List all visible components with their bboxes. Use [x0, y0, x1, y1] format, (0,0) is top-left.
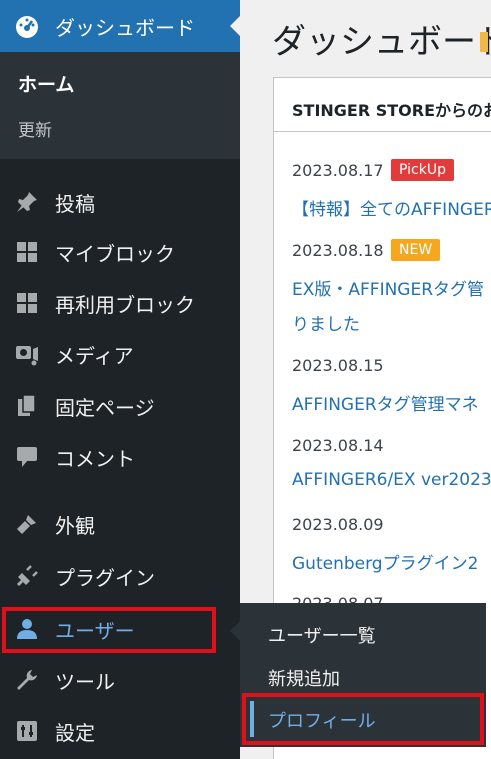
news-date: 2023.08.17 — [292, 161, 384, 180]
submenu-update[interactable]: 更新 — [18, 116, 52, 141]
page-title: ダッシュボード — [272, 22, 491, 62]
sidebar-item-plugins[interactable]: プラグイン — [0, 554, 240, 598]
widget-header[interactable]: STINGER STOREからのお知らせ — [274, 78, 491, 132]
sidebar-item-label: コメント — [55, 446, 135, 471]
settings-icon — [17, 721, 37, 741]
new-badge: NEW — [391, 239, 441, 261]
sidebar-item-tools[interactable]: ツール — [0, 658, 240, 702]
sidebar-item-label: 設定 — [55, 720, 95, 745]
flyout-caret — [230, 621, 240, 641]
submenu-home[interactable]: ホーム — [18, 70, 74, 97]
sidebar-item-label: 再利用ブロック — [55, 292, 195, 317]
media-icon — [16, 346, 38, 366]
plugin-icon — [16, 565, 38, 587]
sidebar-item-label: ダッシュボード — [55, 15, 195, 40]
pickup-badge: PickUp — [391, 159, 454, 181]
news-link[interactable]: AFFINGER6/EX ver2023 — [292, 470, 491, 490]
sidebar-item-dashboard[interactable]: ダッシュボード — [0, 0, 240, 52]
sidebar-item-reusable-blocks[interactable]: 再利用ブロック — [0, 281, 240, 325]
sidebar-item-label: マイブロック — [55, 241, 175, 266]
news-date: 2023.08.18 — [292, 241, 384, 260]
comment-icon — [17, 447, 37, 467]
sidebar-item-media[interactable]: メディア — [0, 332, 240, 376]
appearance-icon — [17, 515, 36, 534]
blocks-icon — [17, 242, 37, 262]
news-date: 2023.08.14 — [292, 436, 384, 455]
news-date: 2023.08.09 — [292, 515, 384, 534]
news-link[interactable]: Gutenbergプラグイン2 — [292, 549, 478, 574]
pages-icon — [18, 394, 36, 416]
selection-bar — [250, 701, 254, 737]
flyout-item-user-list[interactable]: ユーザー一覧 — [268, 622, 376, 648]
wrench-icon — [17, 670, 37, 690]
sidebar-item-posts[interactable]: 投稿 — [0, 180, 240, 224]
sidebar-item-label: プラグイン — [55, 565, 155, 590]
sidebar-item-label: 固定ページ — [55, 395, 155, 420]
news-link-continued[interactable]: りました — [292, 310, 360, 335]
news-date: 2023.08.15 — [292, 356, 384, 375]
active-arrow — [230, 16, 240, 36]
admin-sidebar: ダッシュボード ホーム 更新 投稿 マイブロック 再利用ブロック メディア 固定… — [0, 0, 240, 759]
dashboard-submenu — [0, 52, 240, 159]
dashboard-icon — [16, 16, 38, 38]
news-link[interactable]: AFFINGERタグ管理マネ — [292, 390, 479, 415]
flyout-item-profile[interactable]: プロフィール — [268, 707, 376, 733]
users-highlight-box — [2, 607, 216, 653]
pin-icon — [17, 192, 37, 212]
sidebar-item-pages[interactable]: 固定ページ — [0, 384, 240, 428]
news-link[interactable]: 【特報】全てのAFFINGER — [292, 195, 491, 220]
sidebar-item-comments[interactable]: コメント — [0, 435, 240, 479]
news-link[interactable]: EX版・AFFINGERタグ管 — [292, 275, 484, 300]
widget-title: STINGER STOREからのお知らせ — [292, 101, 491, 120]
sidebar-item-appearance[interactable]: 外観 — [0, 502, 240, 546]
sidebar-item-label: 外観 — [55, 513, 95, 538]
title-flag — [480, 32, 488, 52]
reusable-blocks-icon — [17, 293, 37, 313]
sidebar-item-settings[interactable]: 設定 — [0, 709, 240, 753]
sidebar-item-label: 投稿 — [55, 191, 95, 216]
sidebar-item-myblocks[interactable]: マイブロック — [0, 230, 240, 274]
sidebar-item-label: ツール — [55, 669, 115, 694]
sidebar-item-label: メディア — [55, 343, 134, 368]
users-flyout-menu: ユーザー一覧 新規追加 プロフィール — [230, 603, 486, 747]
flyout-item-add-new[interactable]: 新規追加 — [268, 665, 340, 691]
